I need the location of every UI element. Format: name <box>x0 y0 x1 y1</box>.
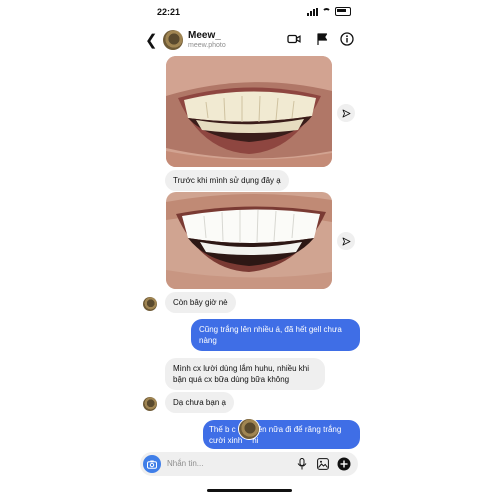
message-not-yet: Dạ chưa bạn ạ <box>165 392 234 413</box>
message-outgoing-2-part3: cười xinh <box>209 436 243 445</box>
battery-icon <box>335 7 351 16</box>
seen-avatar <box>238 418 260 440</box>
status-bar: 22:21 <box>135 4 365 20</box>
teeth-image-before <box>166 56 332 167</box>
message-outgoing-2-part2: ên nữa đi để răng trắng <box>257 425 342 434</box>
status-icons <box>307 7 351 16</box>
teeth-photo-after[interactable] <box>166 192 332 289</box>
message-incoming-long: Mình cx lười dùng lắm huhu, nhiều khi bậ… <box>165 358 325 390</box>
message-outgoing-1: Cũng trắng lên nhiều á, đã hết gell chưa… <box>191 319 360 351</box>
share-icon[interactable] <box>337 232 355 250</box>
message-now: Còn bây giờ nè <box>165 292 236 313</box>
contact-name[interactable]: Meew_ <box>188 30 221 41</box>
teeth-image-after <box>166 192 332 289</box>
info-icon[interactable] <box>340 32 354 46</box>
video-call-icon[interactable] <box>287 32 301 46</box>
contact-username: meew.photo <box>188 42 226 49</box>
camera-icon[interactable] <box>143 455 161 473</box>
gallery-icon[interactable] <box>317 458 329 470</box>
avatar[interactable] <box>143 297 157 311</box>
message-composer[interactable]: Nhắn tin... <box>140 452 358 476</box>
status-time: 22:21 <box>157 7 181 17</box>
share-icon[interactable] <box>337 104 355 122</box>
avatar[interactable] <box>143 397 157 411</box>
chat-header: ❮ Meew_ meew.photo <box>135 26 365 56</box>
message-outgoing-2-part1: Thế b c <box>209 425 236 434</box>
teeth-photo-before[interactable] <box>166 56 332 167</box>
microphone-icon[interactable] <box>297 458 307 470</box>
home-indicator <box>207 489 292 492</box>
back-arrow-icon[interactable]: ❮ <box>145 31 158 49</box>
message-before-caption: Trước khi mình sử dụng đây ạ <box>165 170 289 191</box>
message-input[interactable]: Nhắn tin... <box>167 459 203 468</box>
flag-icon[interactable] <box>315 32 329 46</box>
wifi-icon <box>322 8 331 15</box>
avatar[interactable] <box>163 30 183 50</box>
plus-icon[interactable] <box>337 457 351 471</box>
message-outgoing-2: Thế b c ên nữa đi để răng trắng cười xinh… <box>203 420 360 449</box>
signal-icon <box>307 7 318 16</box>
